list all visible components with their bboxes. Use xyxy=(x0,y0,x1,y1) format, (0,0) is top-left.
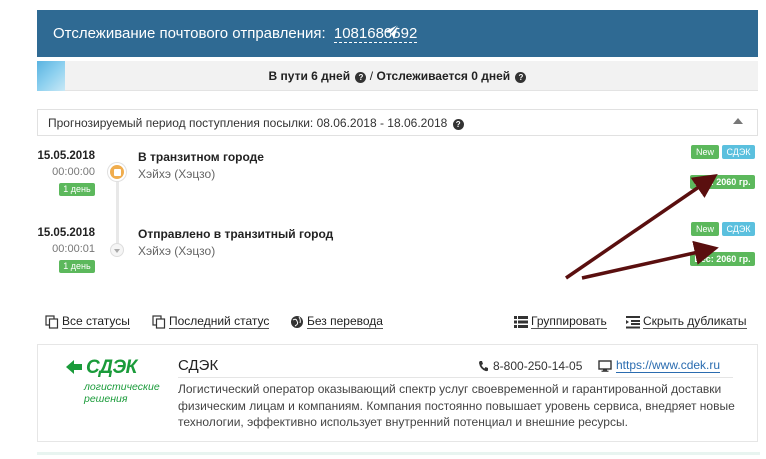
desktop-icon xyxy=(598,360,612,372)
days-tracked: Отслеживается 0 дней xyxy=(376,69,511,83)
carrier-website-url[interactable]: https://www.cdek.ru xyxy=(616,359,721,373)
tracking-event: 15.05.2018 00:00:00 1 день В транзитном … xyxy=(0,145,766,210)
card-bottom-accent xyxy=(37,452,760,455)
group-link[interactable]: Группировать xyxy=(514,314,607,329)
event-time: 00:00:01 xyxy=(52,243,95,255)
weight-badge: Вес: 2060 гр. xyxy=(690,175,755,189)
all-statuses-label: Все статусы xyxy=(62,314,130,329)
no-translation-link[interactable]: Без перевода xyxy=(290,314,383,329)
logo-sub-line-1: логистические xyxy=(84,381,160,393)
carrier-website[interactable]: https://www.cdek.ru xyxy=(598,359,721,373)
carrier-badge[interactable]: СДЭК xyxy=(722,145,755,159)
collapse-list-icon xyxy=(626,315,640,328)
event-status: Отправлено в транзитный город xyxy=(138,227,334,241)
list-icon xyxy=(514,315,528,328)
copy-icon xyxy=(152,314,166,329)
days-separator: / xyxy=(369,69,374,83)
event-time: 00:00:00 xyxy=(52,166,95,178)
carrier-name: СДЭК xyxy=(178,357,219,374)
carrier-phone-number: 8-800-250-14-05 xyxy=(493,359,583,373)
tracking-title-label: Отслеживание почтового отправления: xyxy=(53,25,326,42)
no-translation-label: Без перевода xyxy=(307,314,383,329)
forecast-text: Прогнозируемый период поступления посылк… xyxy=(48,116,464,130)
weight-badge: Вес: 2060 гр. xyxy=(690,252,755,266)
question-circle-icon[interactable]: ? xyxy=(355,72,367,83)
days-text: В пути 6 дней ? / Отслеживается 0 дней ? xyxy=(37,69,758,83)
days-in-transit: В пути 6 дней xyxy=(268,69,351,83)
carrier-description: Логистический оператор оказывающий спект… xyxy=(178,382,735,429)
last-status-link[interactable]: Последний статус xyxy=(152,314,270,329)
question-circle-icon[interactable]: ? xyxy=(452,119,464,130)
all-statuses-link[interactable]: Все статусы xyxy=(45,314,130,329)
hide-duplicates-link[interactable]: Скрыть дубликаты xyxy=(626,314,747,329)
phone-icon xyxy=(479,361,488,372)
forecast-label: Прогнозируемый период поступления посылк… xyxy=(48,116,448,130)
carrier-logo[interactable]: СДЭК логистические решения xyxy=(62,357,172,409)
days-bar: В пути 6 дней ? / Отслеживается 0 дней ? xyxy=(37,61,758,91)
last-status-label: Последний статус xyxy=(169,314,270,329)
event-place: Хэйхэ (Хэцзо) xyxy=(138,244,216,258)
carrier-card: СДЭК логистические решения СДЭК 8-800-25… xyxy=(37,344,760,455)
event-date: 15.05.2018 xyxy=(37,227,95,239)
copy-icon xyxy=(45,314,59,329)
actions-bar: Все статусы Последний статус Без перевод… xyxy=(0,314,766,332)
carrier-divider xyxy=(178,377,733,378)
question-circle-icon[interactable]: ? xyxy=(515,72,527,83)
collapse-caret-icon[interactable] xyxy=(733,118,743,124)
tracking-header: Отслеживание почтового отправления: 1081… xyxy=(37,10,758,57)
event-place: Хэйхэ (Хэцзо) xyxy=(138,167,216,181)
globe-icon xyxy=(291,315,303,328)
track-number[interactable]: 1081680592 xyxy=(333,25,418,43)
logo-text: СДЭК xyxy=(86,357,137,378)
forecast-panel[interactable]: Прогнозируемый период поступления посылк… xyxy=(37,109,758,136)
logo-subtitle: логистические решения xyxy=(84,381,160,405)
paper-plane-icon[interactable] xyxy=(383,24,399,40)
carrier-badge[interactable]: СДЭК xyxy=(722,222,755,236)
hide-duplicates-label: Скрыть дубликаты xyxy=(643,314,747,329)
group-label: Группировать xyxy=(531,314,607,329)
duration-badge: 1 день xyxy=(59,183,95,196)
new-badge: New xyxy=(691,222,719,236)
event-date: 15.05.2018 xyxy=(37,150,95,162)
cdek-logo-icon xyxy=(66,360,82,374)
carrier-phone: 8-800-250-14-05 xyxy=(478,359,582,373)
duration-badge: 1 день xyxy=(59,260,95,273)
logo-sub-line-2: решения xyxy=(84,393,128,405)
tracking-title: Отслеживание почтового отправления: 1081… xyxy=(53,25,418,43)
event-status: В транзитном городе xyxy=(138,150,264,164)
new-badge: New xyxy=(691,145,719,159)
tracking-event: 15.05.2018 00:00:01 1 день Отправлено в … xyxy=(0,222,766,287)
